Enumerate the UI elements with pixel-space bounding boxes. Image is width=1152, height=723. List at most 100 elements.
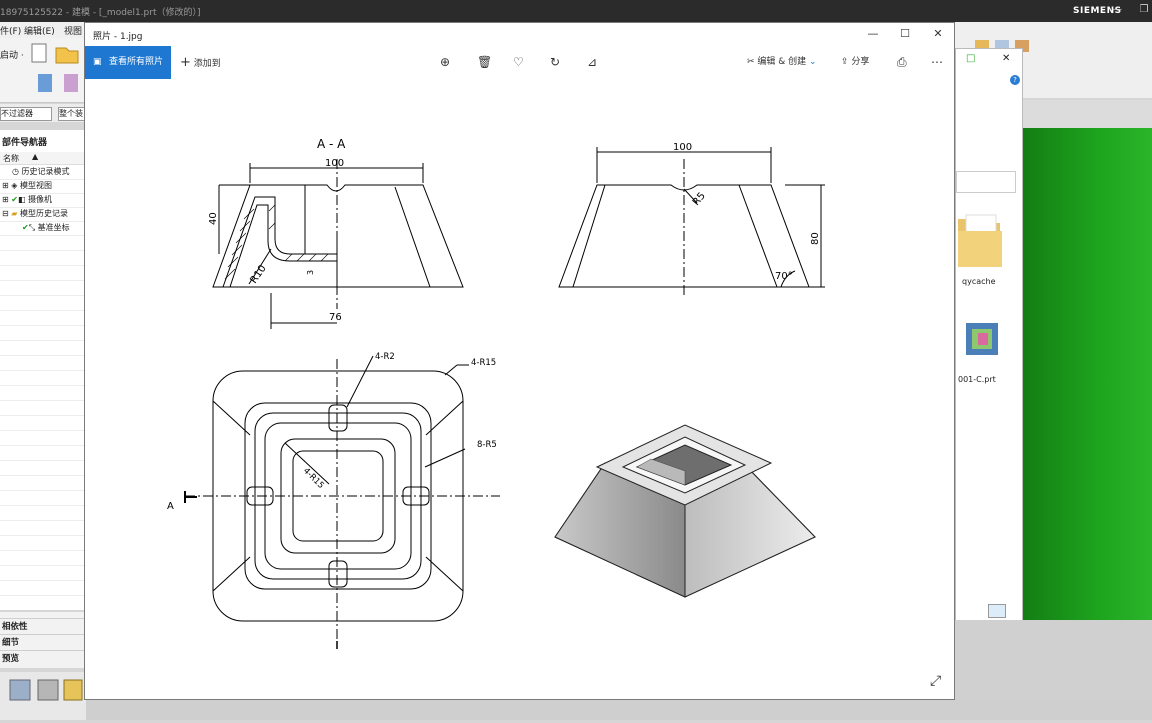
- green-background: [1022, 128, 1152, 638]
- tree-label: 摄像机: [28, 195, 53, 204]
- photos-toolbar: ▣ 查看所有照片 + 添加到 ⊕ 🗑 ♡ ↻ ⊿ ✂ 编辑 & 创建 ⌄ ⇪ 分…: [85, 45, 954, 79]
- dim-width: 100: [325, 158, 344, 169]
- menu-view[interactable]: 视图: [64, 24, 82, 37]
- close-icon[interactable]: ✕: [928, 26, 948, 42]
- section-mark: A: [167, 501, 174, 512]
- add-to-label: 添加到: [193, 59, 221, 69]
- nx-resource-bar: [0, 672, 86, 720]
- filter-select[interactable]: 不过滤器: [0, 107, 52, 121]
- dim-76: 76: [329, 312, 342, 323]
- share-label: 分享: [851, 57, 870, 67]
- edit-create-label: 编辑 & 创建: [757, 57, 807, 67]
- check-icon: ✔: [22, 223, 29, 232]
- tree-item-camera[interactable]: ⊞ ✔◧ 摄像机: [0, 193, 86, 208]
- new-file-icon: [31, 43, 47, 63]
- navigator-title: 部件导航器: [2, 138, 48, 148]
- file-label: 001-C.prt: [958, 375, 996, 384]
- engineering-drawing: A - A 100 40 R10 3 76 100 R5 80 70° 4-R2…: [167, 137, 825, 649]
- favorite-icon[interactable]: ♡: [513, 46, 524, 79]
- grey-band: [1022, 100, 1152, 128]
- resource-icon-1: [9, 679, 31, 701]
- tool-icon-3: [64, 74, 78, 92]
- nx-window-title: 18975125522 - 建模 - [_model1.prt（修改的）]: [0, 8, 201, 18]
- sort-up-icon: ▲: [32, 152, 39, 161]
- dim-r5: R5: [691, 191, 708, 208]
- selection-bar: 不过滤器 整个装: [0, 104, 86, 122]
- nx-title-bar: 18975125522 - 建模 - [_model1.prt（修改的）] SI…: [0, 0, 1152, 22]
- nx-file-icon[interactable]: [964, 321, 1004, 361]
- see-all-photos-button[interactable]: ▣ 查看所有照片: [85, 46, 171, 79]
- explorer-window: □ ✕ ? qycache 001-C.prt: [955, 48, 1023, 622]
- tree-label: 模型视图: [19, 181, 52, 190]
- dim-70: 70°: [775, 271, 793, 282]
- open-folder-icon: [55, 47, 79, 64]
- minimize-icon[interactable]: —: [863, 26, 883, 42]
- plus-icon: +: [180, 55, 191, 70]
- tree-label: 基准坐标: [37, 223, 70, 232]
- see-all-label: 查看所有照片: [109, 57, 164, 67]
- share-icon: ⇪: [841, 57, 849, 67]
- rotate-icon[interactable]: ↻: [550, 46, 560, 79]
- status-strip: [86, 700, 1152, 720]
- column-name: 名称: [3, 154, 19, 163]
- column-header[interactable]: 名称 ▲: [0, 152, 84, 165]
- assembly-select[interactable]: 整个装: [58, 107, 86, 121]
- chevron-down-icon: ⌄: [809, 57, 817, 67]
- help-icon[interactable]: ?: [1010, 75, 1020, 85]
- photos-title-bar: 照片 - 1.jpg — ☐ ✕: [85, 23, 954, 45]
- maximize-icon[interactable]: ☐: [895, 26, 915, 42]
- ribbon-icons: [31, 43, 79, 92]
- dim-width-right: 100: [673, 142, 692, 153]
- nx-ribbon: 启动 ·: [0, 38, 86, 103]
- edit-icon: ✂: [747, 57, 755, 67]
- isometric-model: [554, 424, 816, 598]
- callout-4r15: 4-R15: [471, 358, 496, 368]
- menu-file[interactable]: 件(F): [0, 24, 21, 37]
- dim-80: 80: [810, 232, 821, 245]
- fullscreen-icon[interactable]: ⤢: [930, 673, 941, 689]
- crop-icon[interactable]: ⊿: [587, 46, 597, 79]
- resource-icons: [9, 679, 83, 701]
- folder-icon[interactable]: [956, 209, 1022, 279]
- tree-label: 模型历史记录: [19, 209, 68, 218]
- panel-dependencies[interactable]: 相依性: [0, 618, 84, 634]
- share-button[interactable]: ⇪ 分享: [841, 46, 869, 79]
- photos-title: 照片 - 1.jpg: [93, 32, 143, 42]
- dim-r10: R10: [248, 263, 268, 285]
- delete-icon[interactable]: 🗑: [477, 46, 492, 79]
- restore-icon[interactable]: □: [966, 53, 975, 64]
- start-menu[interactable]: 启动 ·: [0, 48, 24, 61]
- resource-icon-3: [63, 679, 83, 701]
- tree-item-history-mode[interactable]: ◷ 历史记录模式: [0, 165, 96, 180]
- zoom-icon[interactable]: ⊕: [440, 46, 450, 79]
- photos-window: 照片 - 1.jpg — ☐ ✕ ▣ 查看所有照片 + 添加到 ⊕ 🗑 ♡ ↻ …: [84, 22, 955, 700]
- tree-item-model-history[interactable]: ⊟ ▰ 模型历史记录: [0, 207, 86, 222]
- tree-label: 历史记录模式: [21, 167, 70, 176]
- callout-4r2: 4-R2: [375, 352, 395, 362]
- check-icon: ✔: [11, 195, 18, 204]
- navigator-panels: 相依性 细节 预览: [0, 612, 84, 668]
- callout-8r5: 8-R5: [477, 440, 497, 450]
- section-title: A - A: [317, 137, 346, 151]
- tree-empty-rows: [0, 236, 84, 610]
- print-icon[interactable]: ⎙: [897, 46, 907, 79]
- minimize-icon[interactable]: —: [1111, 4, 1123, 16]
- edit-create-button[interactable]: ✂ 编辑 & 创建 ⌄: [747, 46, 817, 79]
- menu-edit[interactable]: 编辑(E): [24, 24, 55, 37]
- tree-item-model-views[interactable]: ⊞ ◈ 模型视图: [0, 179, 86, 194]
- restore-icon[interactable]: ❐: [1138, 4, 1150, 16]
- tool-icon-2: [38, 74, 52, 92]
- search-box[interactable]: [956, 171, 1016, 193]
- dim-3: 3: [306, 270, 315, 275]
- more-icon[interactable]: ⋯: [931, 46, 943, 79]
- folder-icon: ▰: [11, 209, 18, 218]
- dim-height-left: 40: [208, 212, 219, 225]
- view-toggle-icon[interactable]: [988, 604, 1006, 618]
- photo-icon: ▣: [93, 57, 102, 67]
- panel-preview[interactable]: 预览: [0, 650, 84, 666]
- folder-label: qycache: [962, 277, 996, 286]
- part-navigator: 部件导航器 名称 ▲ ◷ 历史记录模式 ⊞ ◈ 模型视图 ⊞ ✔◧ 摄像机 ⊟ ▰…: [0, 130, 106, 610]
- close-icon[interactable]: ✕: [1002, 53, 1010, 64]
- panel-details[interactable]: 细节: [0, 634, 84, 650]
- add-to-button[interactable]: + 添加到: [180, 46, 221, 79]
